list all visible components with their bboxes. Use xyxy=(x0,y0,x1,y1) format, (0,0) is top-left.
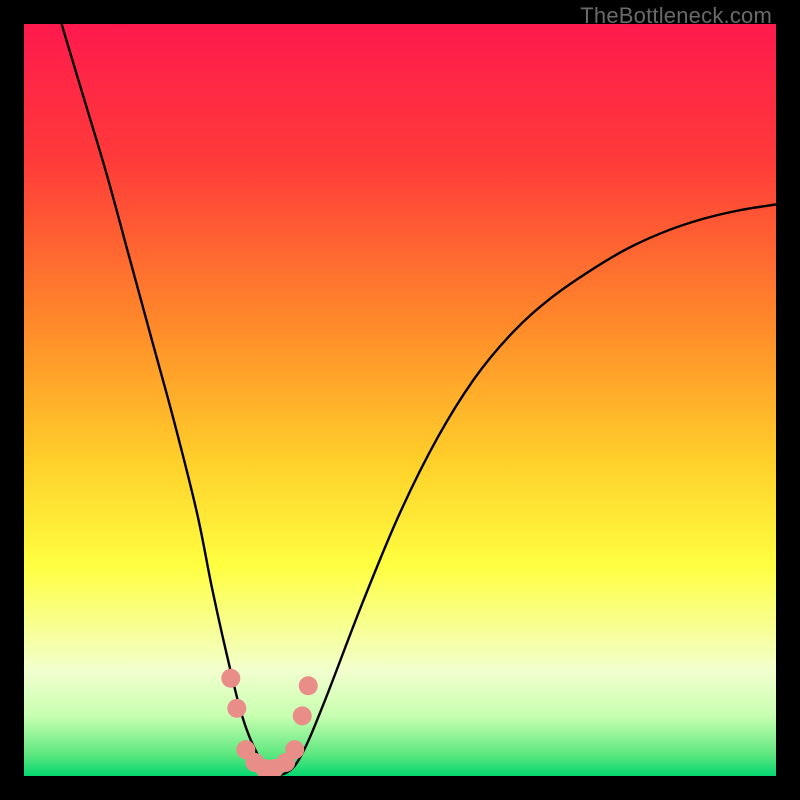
marker-dot xyxy=(285,740,304,759)
marker-dot xyxy=(227,699,246,718)
bottleneck-chart xyxy=(24,24,776,776)
marker-dot xyxy=(221,669,240,688)
marker-dot xyxy=(293,706,312,725)
marker-dot xyxy=(299,676,318,695)
gradient-background xyxy=(24,24,776,776)
watermark-text: TheBottleneck.com xyxy=(580,3,772,29)
chart-frame xyxy=(24,24,776,776)
